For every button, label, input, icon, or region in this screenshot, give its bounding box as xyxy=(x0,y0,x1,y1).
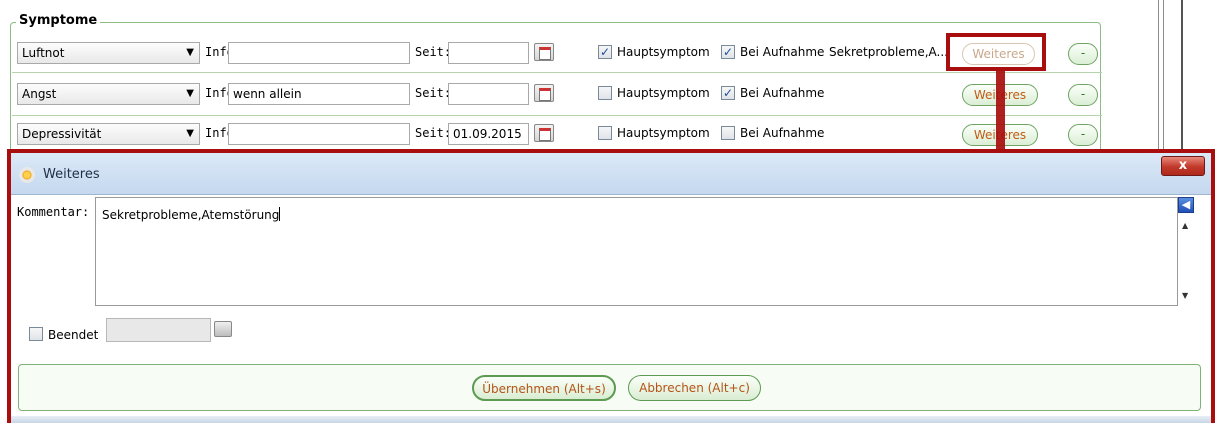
bei-aufnahme-label: Bei Aufnahme xyxy=(740,86,825,100)
bei-aufnahme-checkbox[interactable] xyxy=(721,126,735,140)
beendet-date-input[interactable] xyxy=(106,318,211,342)
symptom-row: Luftnot ▼ Info: Seit: ✓ Hauptsymptom ✓ B… xyxy=(12,39,1102,73)
seit-date-input[interactable] xyxy=(448,83,529,105)
hauptsymptom-label: Hauptsymptom xyxy=(617,45,710,59)
hauptsymptom-checkbox[interactable] xyxy=(598,86,612,100)
symptoms-legend: Symptome xyxy=(16,13,101,28)
info-input[interactable]: wenn allein xyxy=(228,83,410,105)
highlight-frame xyxy=(946,33,1046,71)
hauptsymptom-label: Hauptsymptom xyxy=(617,126,710,140)
symptom-row: Depressivität ▼ Info: Seit: 01.09.2015 H… xyxy=(12,120,1102,152)
kommentar-text: Sekretprobleme,Atemstörung xyxy=(102,208,280,222)
symptom-select[interactable]: Luftnot ▼ xyxy=(17,42,200,64)
divider xyxy=(1181,0,1183,150)
beendet-label: Beendet xyxy=(48,328,99,342)
scroll-down-icon[interactable]: ▼ xyxy=(1182,291,1188,300)
hauptsymptom-checkbox[interactable]: ✓ xyxy=(598,45,612,59)
dialog-title: Weiteres xyxy=(43,167,100,182)
symptom-select[interactable]: Angst ▼ xyxy=(17,83,200,105)
kommentar-textarea[interactable]: Sekretprobleme,Atemstörung xyxy=(95,197,1178,306)
abbrechen-button[interactable]: Abbrechen (Alt+c) xyxy=(628,375,761,401)
symptom-select-value: Luftnot xyxy=(22,46,65,60)
seit-label: Seit: xyxy=(415,126,452,140)
beendet-checkbox[interactable] xyxy=(29,327,43,341)
dropdown-arrow-icon[interactable]: ▼ xyxy=(186,128,194,139)
hauptsymptom-checkbox[interactable] xyxy=(598,126,612,140)
seit-label: Seit: xyxy=(415,45,452,59)
dropdown-arrow-icon[interactable]: ▼ xyxy=(186,88,194,99)
seit-date-input[interactable] xyxy=(448,42,529,64)
kommentar-label: Kommentar: xyxy=(17,205,90,219)
dropdown-arrow-icon[interactable]: ▼ xyxy=(186,47,194,58)
text-caret xyxy=(279,207,281,221)
dialog-titlebar[interactable]: Weiteres x xyxy=(11,153,1211,195)
dialog-button-bar: Übernehmen (Alt+s) Abbrechen (Alt+c) xyxy=(18,364,1201,411)
info-input[interactable] xyxy=(228,123,410,145)
window-bottom-edge xyxy=(11,416,1211,423)
symptom-select-value: Angst xyxy=(22,87,57,101)
bei-aufnahme-label: Bei Aufnahme xyxy=(740,45,825,59)
expand-arrow-icon[interactable]: ◀ xyxy=(1178,197,1194,213)
info-input[interactable] xyxy=(228,42,410,64)
symptom-row: Angst ▼ Info: wenn allein Seit: Hauptsym… xyxy=(12,80,1102,116)
bei-aufnahme-label: Bei Aufnahme xyxy=(740,126,825,140)
remove-symptom-button[interactable]: - xyxy=(1068,84,1098,106)
hauptsymptom-label: Hauptsymptom xyxy=(617,86,710,100)
remove-symptom-button[interactable]: - xyxy=(1068,43,1098,65)
app-icon xyxy=(19,167,35,183)
weiteres-dialog: Weiteres x Kommentar: Sekretprobleme,Ate… xyxy=(7,149,1215,423)
calendar-icon[interactable] xyxy=(534,124,554,142)
bei-aufnahme-checkbox[interactable]: ✓ xyxy=(721,45,735,59)
calendar-icon[interactable] xyxy=(214,321,232,337)
symptom-select[interactable]: Depressivität ▼ xyxy=(17,123,200,145)
scroll-up-icon[interactable]: ▲ xyxy=(1182,221,1188,230)
calendar-icon[interactable] xyxy=(534,43,554,61)
close-button[interactable]: x xyxy=(1161,156,1205,176)
highlight-connector xyxy=(996,71,1005,157)
symptom-select-value: Depressivität xyxy=(22,127,102,141)
uebernehmen-button[interactable]: Übernehmen (Alt+s) xyxy=(472,375,616,401)
seit-date-input[interactable]: 01.09.2015 xyxy=(448,123,529,145)
weiteres-preview-text: Sekretprobleme,A... xyxy=(829,45,948,59)
remove-symptom-button[interactable]: - xyxy=(1068,124,1098,146)
calendar-icon[interactable] xyxy=(534,84,554,102)
divider xyxy=(1163,0,1164,150)
seit-label: Seit: xyxy=(415,86,452,100)
textarea-scrollbar[interactable]: ◀ ▲ ▼ xyxy=(1177,197,1197,306)
divider xyxy=(1158,0,1159,150)
bei-aufnahme-checkbox[interactable]: ✓ xyxy=(721,86,735,100)
